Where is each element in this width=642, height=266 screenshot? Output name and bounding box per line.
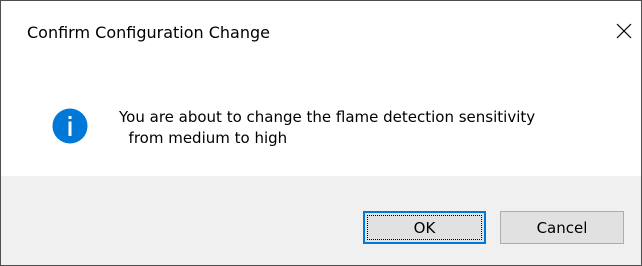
dialog-content: You are about to change the flame detect… bbox=[1, 65, 641, 176]
close-button[interactable] bbox=[607, 9, 641, 53]
message-line-1: You are about to change the flame detect… bbox=[119, 108, 536, 126]
cancel-button-label: Cancel bbox=[536, 218, 588, 237]
dialog-message: You are about to change the flame detect… bbox=[119, 107, 624, 149]
button-bar: OK Cancel bbox=[1, 176, 641, 265]
ok-button[interactable]: OK bbox=[363, 211, 486, 244]
confirm-dialog: Confirm Configuration Change You are abo… bbox=[0, 0, 642, 266]
info-icon bbox=[52, 108, 88, 144]
ok-button-label: OK bbox=[413, 218, 436, 237]
cancel-button[interactable]: Cancel bbox=[500, 211, 624, 244]
title-bar: Confirm Configuration Change bbox=[1, 1, 641, 65]
dialog-title: Confirm Configuration Change bbox=[27, 23, 270, 42]
close-icon bbox=[616, 23, 632, 39]
message-line-2: from medium to high bbox=[119, 129, 288, 147]
